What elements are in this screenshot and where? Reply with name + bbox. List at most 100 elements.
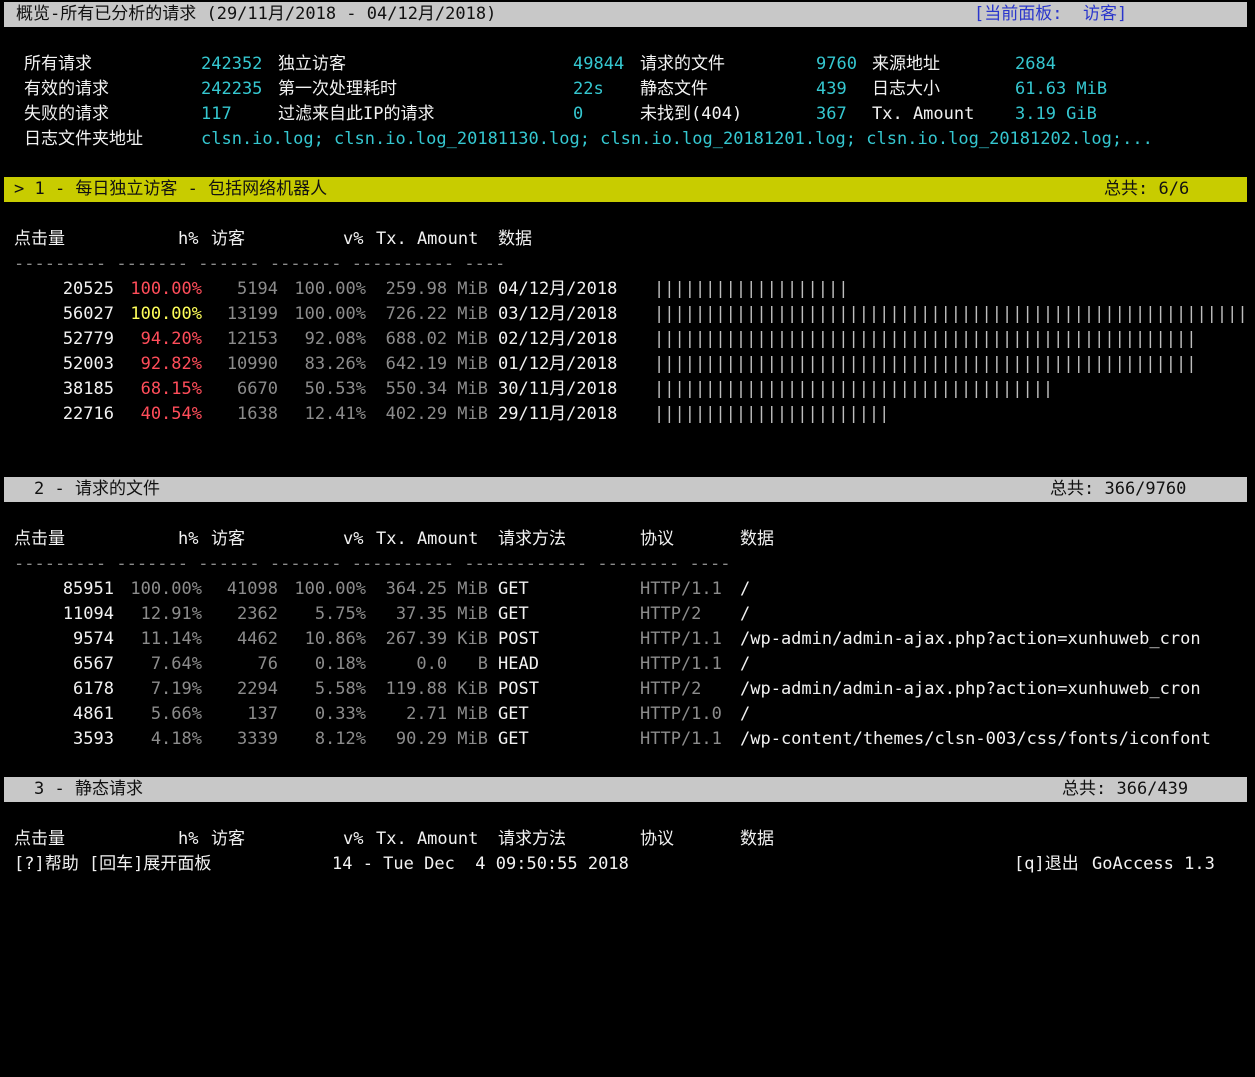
panel-2-total: 总共: 366/9760 [1050,479,1187,499]
visitors-value: 4462 [237,629,278,649]
hits-value: 9574 [73,629,114,649]
help-shortcuts[interactable]: [?]帮助 [回车]展开面板 [14,852,211,877]
table-row[interactable]: 56027 100.00% 13199 100.00% 726.22 MiB 03/12月… [0,302,1255,327]
visitors-pct-value: 0.18% [314,654,366,674]
footer-bar: [?]帮助 [回车]展开面板 14 - Tue Dec 4 09:50:55 2… [0,852,1215,877]
table-row[interactable]: 85951 100.00% 41098 100.00% 364.25 MiB GET HTT… [0,577,1255,602]
panel-2-column-headers: 点击量 h% 访客 v% Tx. Amount 请求方法 协议 数据 [0,527,774,552]
visitors-pct-value: 50.53% [304,379,366,399]
hits-value: 3593 [73,729,114,749]
col-visitors-pct: v% [343,529,364,549]
col-tx-amount: Tx. Amount [376,829,479,849]
col-hits-pct: h% [178,829,199,849]
overview-row-3: 失败的请求 117 过滤来自此IP的请求 0 未找到(404) 367 Tx. … [0,102,1097,127]
hits-pct-value: 100.00% [130,579,202,599]
unique-visitors-value: 49844 [573,54,625,74]
method-value: GET [498,579,529,599]
excluded-ip-label: 过滤来自此IP的请求 [278,104,435,124]
tx-amount-value: 119.88 KiB [385,679,488,699]
visitors-pct-value: 100.00% [294,279,366,299]
panel-3-header[interactable]: 3 - 静态请求 总共: 366/439 [4,777,1247,802]
visitors-value: 1638 [237,404,278,424]
referrers-value: 2684 [1015,54,1056,74]
requested-files-value: 9760 [816,54,857,74]
protocol-value: HTTP/1.1 [640,729,722,749]
protocol-value: HTTP/2 [640,604,702,624]
path-value: / [740,654,751,674]
hits-pct-value: 68.15% [140,379,202,399]
visitors-value: 6670 [237,379,278,399]
total-requests-label: 所有请求 [24,54,92,74]
table-row[interactable]: 3593 4.18% 3339 8.12% 90.29 MiB GET HTTP/1.1/w… [0,727,1255,752]
quit-shortcut[interactable]: [q]退出 [1014,852,1079,877]
col-visitors-pct: v% [343,229,364,249]
tx-amount-value: 90.29 MiB [395,729,488,749]
hits-pct-value: 5.66% [150,704,202,724]
current-panel-indicator[interactable]: [当前面板: 访客] [974,2,1127,27]
hits-pct-value: 92.82% [140,354,202,374]
col-hits: 点击量 [14,529,65,549]
table-row[interactable]: 6567 7.64% 76 0.18% 0.0 B HEAD HTTP/1.1 / [0,652,1255,677]
visitor-bar: ||||||||||||||||||||||||||||||||||||||| [654,379,1054,399]
col-visitors: 访客 [211,829,245,849]
valid-requests-value: 242235 [201,79,263,99]
path-value: /wp-content/themes/clsn-003/css/fonts/ic… [740,729,1211,749]
panel-2-header[interactable]: 2 - 请求的文件 总共: 366/9760 [4,477,1247,502]
date-value: 29/11月/2018 [498,404,618,424]
visitors-pct-value: 5.58% [314,679,366,699]
tx-amount-value: 2.71 MiB [406,704,488,724]
panel-1-divider: --------- ------- ------ ------- -------… [14,254,506,274]
col-hits-pct: h% [178,229,199,249]
panel-3-title: 3 - 静态请求 [34,779,143,799]
hits-value: 6567 [73,654,114,674]
visitor-bar: ||||||||||||||||||||||||||||||||||||||||… [654,304,1248,324]
col-visitors-pct: v% [343,829,364,849]
visitors-pct-value: 83.26% [304,354,366,374]
init-proc-time-value: 22s [573,79,604,99]
visitors-value: 3339 [237,729,278,749]
table-row[interactable]: 6178 7.19% 2294 5.58% 119.88 KiB POST HTTP/2/w… [0,677,1255,702]
tx-amount-value: 267.39 KiB [385,629,488,649]
date-value: 04/12月/2018 [498,279,618,299]
table-row[interactable]: 22716 40.54% 1638 12.41% 402.29 MiB 29/11月/20… [0,402,1255,427]
valid-requests-label: 有效的请求 [24,79,109,99]
table-row[interactable]: 38185 68.15% 6670 50.53% 550.34 MiB 30/11月/20… [0,377,1255,402]
panel-3-total: 总共: 366/439 [1062,779,1189,799]
overview-row-1: 所有请求 242352 独立访客 49844 请求的文件 9760 来源地址 2… [0,52,1056,77]
table-row[interactable]: 20525 100.00% 5194 100.00% 259.98 MiB 04/12月/… [0,277,1255,302]
total-requests-value: 242352 [201,54,263,74]
tx-amount-value: 726.22 MiB [385,304,488,324]
path-value: /wp-admin/admin-ajax.php?action=xunhuweb… [740,629,1201,649]
requested-files-label: 请求的文件 [640,54,725,74]
panel-1-total: 总共: 6/6 [1104,179,1190,199]
table-row[interactable]: 52779 94.20% 12153 92.08% 688.02 MiB 02/12月/2… [0,327,1255,352]
visitors-value: 5194 [237,279,278,299]
path-value: / [740,704,751,724]
log-size-label: 日志大小 [872,79,940,99]
table-row[interactable]: 11094 12.91% 2362 5.75% 37.35 MiB GET HTTP/2 / [0,602,1255,627]
visitors-pct-value: 100.00% [294,579,366,599]
failed-requests-label: 失败的请求 [24,104,109,124]
col-data: 数据 [740,829,774,849]
hits-pct-value: 40.54% [140,404,202,424]
log-files-label: 日志文件夹地址 [24,129,143,149]
col-tx-amount: Tx. Amount [376,229,479,249]
method-value: GET [498,604,529,624]
col-protocol: 协议 [640,529,674,549]
method-value: HEAD [498,654,539,674]
protocol-value: HTTP/1.1 [640,654,722,674]
panel-1-header[interactable]: > 1 - 每日独立访客 - 包括网络机器人 总共: 6/6 [4,177,1247,202]
visitors-value: 12153 [226,329,278,349]
table-row[interactable]: 4861 5.66% 137 0.33% 2.71 MiB GET HTTP/1.0 / [0,702,1255,727]
init-proc-time-label: 第一次处理耗时 [278,79,397,99]
overview-row-4: 日志文件夹地址 clsn.io.log; clsn.io.log_2018113… [0,127,1153,152]
method-value: POST [498,629,539,649]
hits-pct-value: 100.00% [130,304,202,324]
col-method: 请求方法 [498,829,566,849]
protocol-value: HTTP/1.1 [640,629,722,649]
panel-1-title: > 1 - 每日独立访客 - 包括网络机器人 [14,179,328,199]
table-row[interactable]: 9574 11.14% 4462 10.86% 267.39 KiB POST HTTP/1… [0,627,1255,652]
tx-amount-value: 0.0 B [416,654,488,674]
table-row[interactable]: 52003 92.82% 10990 83.26% 642.19 MiB 01/12月/2… [0,352,1255,377]
not-found-value: 367 [816,104,847,124]
